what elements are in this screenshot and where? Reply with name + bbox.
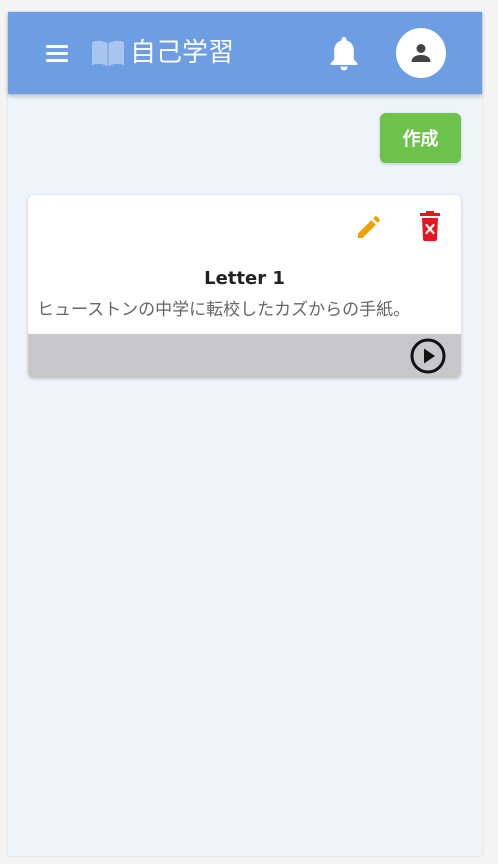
menu-icon[interactable] <box>46 43 70 63</box>
card-title: Letter 1 <box>204 268 285 289</box>
account-avatar[interactable] <box>396 28 446 78</box>
app-bar: 自己学習 <box>8 12 482 94</box>
app-frame: 自己学習 作成 Letter 1 ヒューストンの中学に転校したカズからの手紙。 <box>8 12 482 856</box>
delete-icon[interactable] <box>417 210 443 242</box>
bell-icon[interactable] <box>327 34 361 72</box>
create-button[interactable]: 作成 <box>380 113 461 163</box>
card-footer <box>28 334 461 378</box>
card-description: ヒューストンの中学に転校したカズからの手紙。 <box>37 300 411 320</box>
book-icon <box>92 40 124 66</box>
lesson-card: Letter 1 ヒューストンの中学に転校したカズからの手紙。 <box>28 195 461 378</box>
edit-icon[interactable] <box>354 212 384 242</box>
account-icon <box>411 44 431 62</box>
app-title: 自己学習 <box>130 38 235 68</box>
play-icon[interactable] <box>409 337 447 375</box>
